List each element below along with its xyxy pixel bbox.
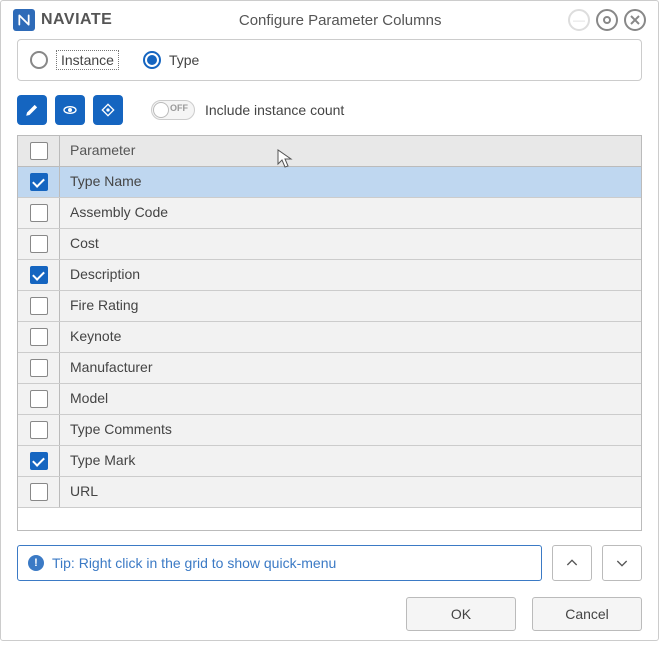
parameter-grid[interactable]: Parameter Type NameAssembly CodeCostDesc… (17, 135, 642, 531)
tip-text: Tip: Right click in the grid to show qui… (52, 555, 336, 571)
table-row[interactable]: Fire Rating (18, 291, 641, 322)
shared-param-button[interactable] (93, 95, 123, 125)
table-row[interactable]: Model (18, 384, 641, 415)
row-label: Keynote (60, 322, 641, 352)
row-label: Description (60, 260, 641, 290)
row-checkbox[interactable] (30, 297, 48, 315)
table-row[interactable]: Keynote (18, 322, 641, 353)
mode-selector: Instance Type (17, 39, 642, 81)
row-label: URL (60, 477, 641, 507)
app-name: NAVIATE (41, 11, 112, 29)
row-checkbox[interactable] (30, 359, 48, 377)
row-label: Type Comments (60, 415, 641, 445)
table-row[interactable]: Manufacturer (18, 353, 641, 384)
radio-type-label: Type (169, 52, 199, 68)
row-checkbox[interactable] (30, 390, 48, 408)
info-icon: ! (28, 555, 44, 571)
radio-instance[interactable]: Instance (30, 50, 119, 70)
row-checkbox[interactable] (30, 266, 48, 284)
minimize-button[interactable]: — (568, 9, 590, 31)
table-row[interactable]: Type Comments (18, 415, 641, 446)
row-label: Cost (60, 229, 641, 259)
radio-type[interactable]: Type (143, 51, 199, 69)
row-checkbox[interactable] (30, 204, 48, 222)
row-checkbox[interactable] (30, 173, 48, 191)
edit-button[interactable] (17, 95, 47, 125)
row-label: Model (60, 384, 641, 414)
row-label: Manufacturer (60, 353, 641, 383)
app-logo: NAVIATE (13, 9, 112, 31)
table-row[interactable]: URL (18, 477, 641, 508)
close-button[interactable] (624, 9, 646, 31)
row-checkbox[interactable] (30, 235, 48, 253)
cancel-button[interactable]: Cancel (532, 597, 642, 631)
row-label: Assembly Code (60, 198, 641, 228)
logo-icon (13, 9, 35, 31)
ok-button[interactable]: OK (406, 597, 516, 631)
row-checkbox[interactable] (30, 328, 48, 346)
window-title: Configure Parameter Columns (112, 12, 568, 29)
header-checkbox[interactable] (30, 142, 48, 160)
row-checkbox[interactable] (30, 421, 48, 439)
row-label: Fire Rating (60, 291, 641, 321)
move-up-button[interactable] (552, 545, 592, 581)
toggle-text: Include instance count (205, 102, 344, 118)
row-checkbox[interactable] (30, 452, 48, 470)
row-checkbox[interactable] (30, 483, 48, 501)
tip-banner: ! Tip: Right click in the grid to show q… (17, 545, 542, 581)
table-row[interactable]: Cost (18, 229, 641, 260)
move-down-button[interactable] (602, 545, 642, 581)
maximize-button[interactable] (596, 9, 618, 31)
table-row[interactable]: Type Mark (18, 446, 641, 477)
table-row[interactable]: Description (18, 260, 641, 291)
row-label: Type Name (60, 167, 641, 197)
header-parameter[interactable]: Parameter (60, 136, 641, 166)
row-label: Type Mark (60, 446, 641, 476)
radio-instance-label: Instance (56, 50, 119, 70)
toggle-state: OFF (170, 103, 188, 113)
table-row[interactable]: Assembly Code (18, 198, 641, 229)
include-instance-count-toggle[interactable]: OFF (151, 100, 195, 120)
table-row[interactable]: Type Name (18, 167, 641, 198)
visibility-button[interactable] (55, 95, 85, 125)
